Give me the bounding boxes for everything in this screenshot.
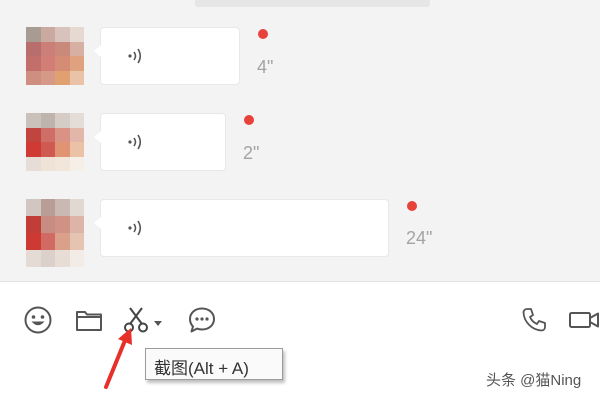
video-call-button[interactable] xyxy=(568,305,600,335)
voice-icon xyxy=(128,48,142,64)
unread-dot xyxy=(407,201,417,211)
voice-duration: 24" xyxy=(406,228,433,248)
avatar[interactable] xyxy=(26,113,84,171)
phone-icon xyxy=(522,308,546,332)
voice-icon xyxy=(128,134,142,150)
unread-dot xyxy=(244,115,254,125)
chat-message-area: 4" 2" 24" xyxy=(0,0,600,281)
screenshot-options-button[interactable] xyxy=(153,315,163,326)
avatar[interactable] xyxy=(26,199,84,267)
voice-message-bubble[interactable] xyxy=(94,113,226,171)
screenshot-tooltip: 截图(Alt + A) xyxy=(145,348,283,380)
voice-duration: 4" xyxy=(257,57,274,77)
voice-call-button[interactable] xyxy=(519,305,549,335)
watermark: 头条 @猫Ning xyxy=(486,372,582,389)
emoji-icon xyxy=(24,306,52,334)
video-icon xyxy=(569,312,599,328)
voice-icon xyxy=(128,220,142,236)
voice-message-bubble[interactable] xyxy=(94,27,240,85)
top-scroll-indicator xyxy=(195,0,430,7)
annotation-arrow xyxy=(104,328,132,389)
unread-dot xyxy=(258,29,268,39)
voice-duration: 2" xyxy=(243,143,260,163)
chat-bubble-icon xyxy=(189,307,215,333)
avatar[interactable] xyxy=(26,27,84,85)
voice-message-bubble[interactable] xyxy=(94,199,389,257)
input-area-divider xyxy=(0,281,600,282)
emoji-button[interactable] xyxy=(23,305,53,335)
chat-history-button[interactable] xyxy=(187,305,217,335)
chevron-down-icon xyxy=(154,321,162,326)
